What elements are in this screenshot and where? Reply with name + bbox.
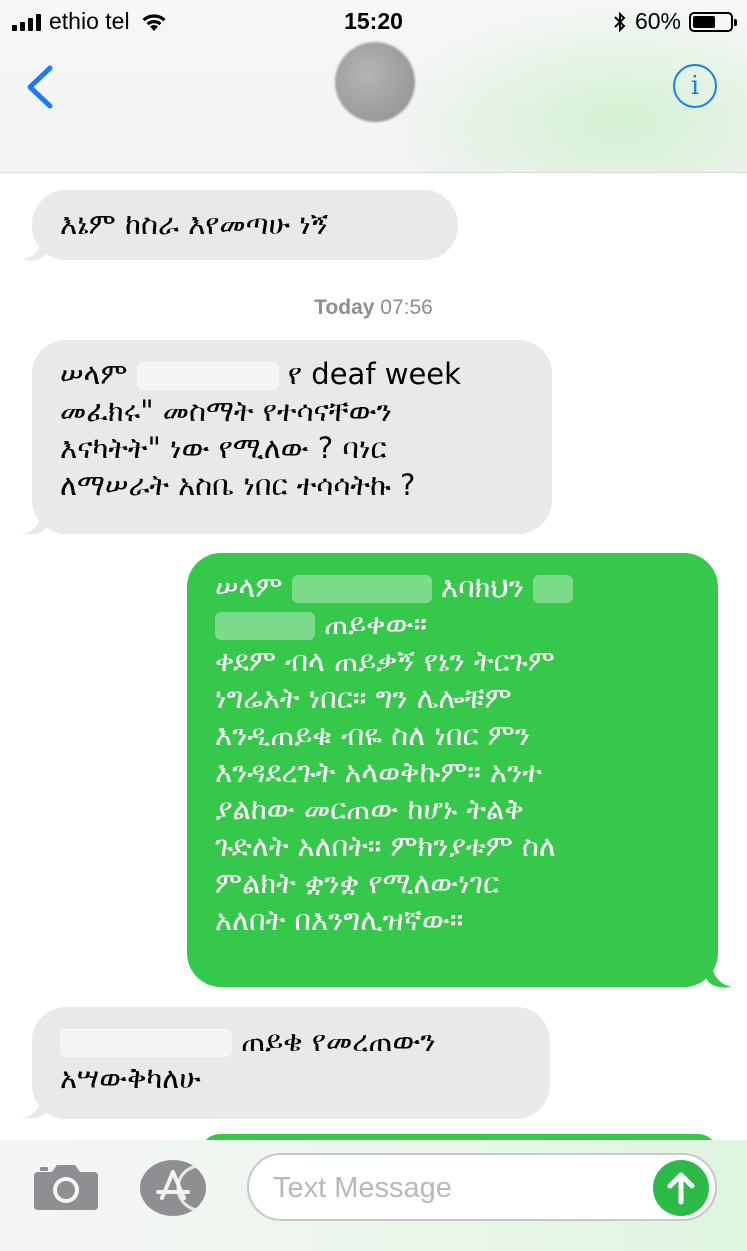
- camera-icon[interactable]: [32, 1160, 100, 1212]
- message-text: አለበት በእንግሊዝኛው።: [215, 903, 464, 937]
- battery-level: [693, 15, 715, 28]
- app-store-icon[interactable]: [140, 1160, 206, 1216]
- contact-avatar[interactable]: [335, 42, 415, 122]
- info-icon[interactable]: i: [673, 64, 717, 108]
- redacted-name: [215, 612, 315, 640]
- message-text: አሣውቅካለሁ: [60, 1061, 201, 1095]
- outgoing-message-bubble[interactable]: ሠላም እባክህን ጠይቀው። ቀደም ብላ ጠይቃኝ የኔን ትርጉም ነግሬ…: [187, 553, 718, 987]
- message-text: እንዲጠይቁ ብዬ ስለ ነበር ምን: [215, 718, 531, 752]
- redacted-name: [291, 575, 432, 603]
- message-input[interactable]: [271, 1165, 655, 1211]
- redacted-name: [136, 362, 279, 390]
- send-arrow-icon[interactable]: [653, 1160, 709, 1216]
- conversation-timestamp: Today 07:56: [0, 296, 747, 320]
- message-text-field[interactable]: [247, 1153, 717, 1221]
- back-chevron-icon[interactable]: [22, 62, 62, 112]
- message-text: እኔም ከስራ እየመጣሁ ነኝ: [60, 207, 329, 241]
- bubble-tail: [22, 1094, 48, 1119]
- message-text: ነግሬአት ነበር። ግን ሌሎቹም: [215, 681, 512, 715]
- status-right: 60%: [613, 8, 737, 35]
- message-line: ሠላም የ deaf week: [60, 356, 530, 393]
- message-text: መፈክሩ" መስማት የተሳናቸውን: [60, 394, 392, 428]
- message-line: ጠይቄ የመረጠውን: [60, 1023, 528, 1060]
- message-text: ምልክት ቋንቋ የሚለውነገር: [215, 866, 500, 900]
- timestamp-day: Today: [314, 296, 375, 319]
- redacted-name: [60, 1029, 232, 1057]
- bluetooth-icon: [614, 11, 626, 32]
- bubble-tail: [22, 236, 48, 261]
- message-text: እባክህን: [440, 570, 524, 604]
- message-text: ሠላም: [215, 570, 283, 604]
- bubble-tail: [706, 963, 732, 988]
- bubble-tail: [22, 510, 48, 535]
- incoming-message-bubble[interactable]: ጠይቄ የመረጠውን አሣውቅካለሁ: [32, 1007, 550, 1119]
- send-arrow-glyph: [667, 1172, 695, 1205]
- message-text: ጠይቄ የመረጠውን: [241, 1024, 436, 1058]
- timestamp-time: 07:56: [380, 296, 433, 319]
- battery-icon: [689, 11, 737, 32]
- incoming-message-bubble[interactable]: እኔም ከስራ እየመጣሁ ነኝ: [32, 190, 458, 260]
- message-text: ጠይቀው።: [324, 607, 427, 641]
- message-text: ያልከው መርጠው ከሆኑ ትልቅ: [215, 792, 524, 826]
- message-text: የ deaf week: [287, 357, 461, 391]
- battery-percent: 60%: [634, 8, 681, 34]
- message-line: ሠላም እባክህን: [215, 569, 696, 606]
- app-store-glyph: [156, 1164, 206, 1212]
- message-text: እንዳደረጉት አላወቅኩም። አንተ: [215, 755, 542, 789]
- message-text: እናካትት" ነው የሚለው ? ባነር: [60, 431, 387, 465]
- status-bar: ethio tel 15:20 60%: [0, 0, 747, 42]
- incoming-message-bubble[interactable]: ሠላም የ deaf week መፈክሩ" መስማት የተሳናቸውን እናካትት…: [32, 340, 552, 534]
- message-text: ለማሠራት አስቤ ነበር ተሳሳትኩ ?: [60, 468, 416, 502]
- message-text: ሠላም: [60, 357, 128, 391]
- message-line: ጠይቀው።: [215, 606, 696, 643]
- battery-tip: [734, 18, 737, 26]
- message-input-bar: [0, 1140, 747, 1251]
- redacted-name: [533, 575, 574, 603]
- message-text: ጉድለት አለበት። ምክንያቱም ስለ: [215, 829, 556, 863]
- message-text: ቀደም ብላ ጠይቃኝ የኔን ትርጉም: [215, 644, 555, 678]
